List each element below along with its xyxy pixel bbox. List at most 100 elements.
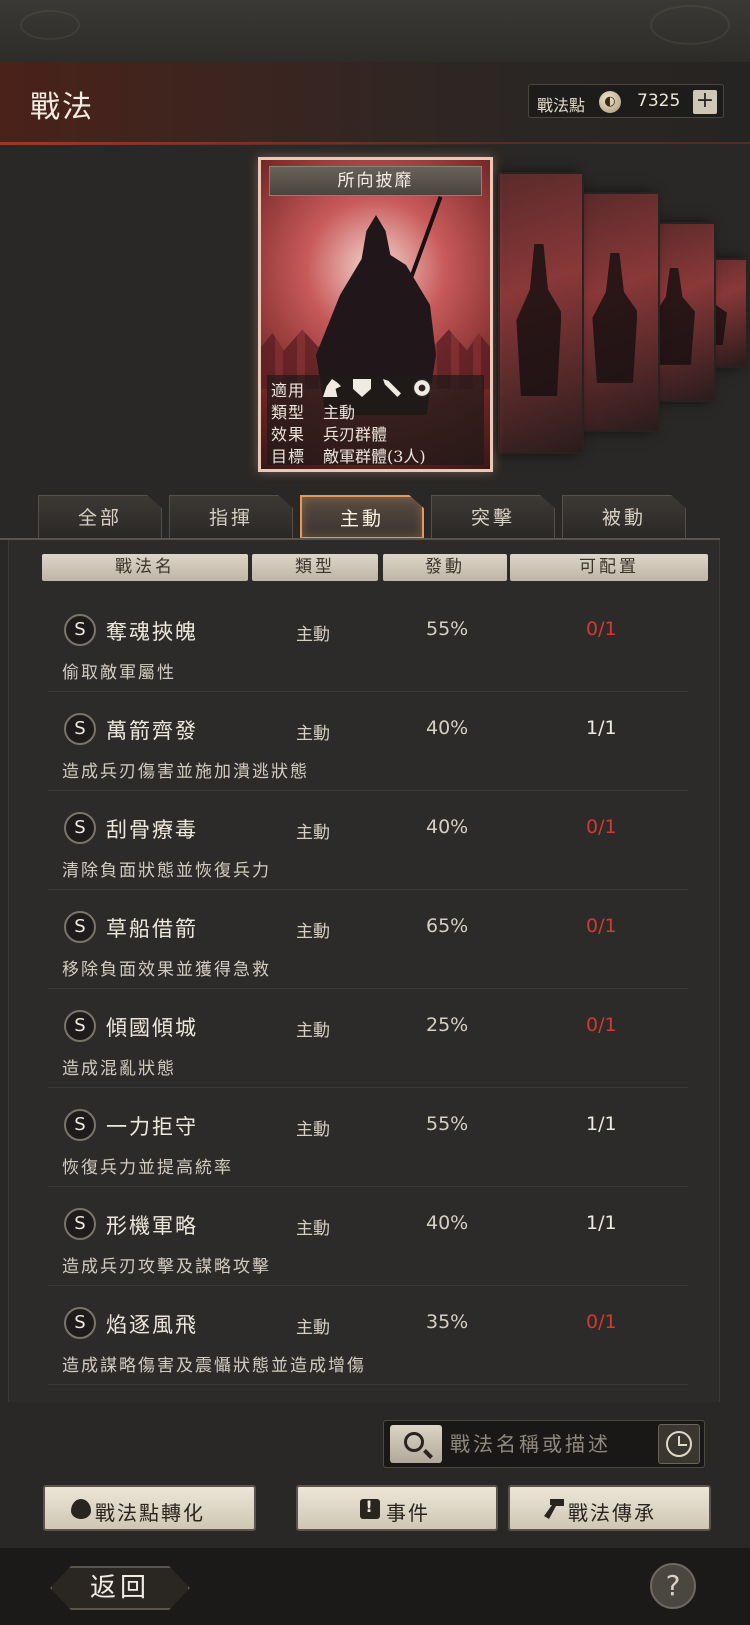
skill-card-carousel[interactable]: 所向披靡 適用 類型 主動 效果 兵刃群體 目標 敵軍群體(3人): [0, 150, 750, 480]
event-button[interactable]: 事件: [296, 1485, 498, 1531]
card-row-key: 效果: [271, 425, 306, 444]
alert-icon: [360, 1497, 380, 1519]
column-header-rate[interactable]: 發動: [383, 554, 507, 581]
skill-row[interactable]: S 刮骨療毒 主動 40% 0/1 清除負面狀態並恢復兵力: [48, 794, 688, 890]
skill-name: 傾國傾城: [106, 1016, 198, 1040]
history-button[interactable]: [658, 1424, 700, 1464]
selected-skill-card[interactable]: 所向披靡 適用 類型 主動 效果 兵刃群體 目標 敵軍群體(3人): [258, 157, 493, 472]
skill-row[interactable]: S 焰逐風飛 主動 35% 0/1 造成謀略傷害及震懾狀態並造成增傷: [48, 1289, 688, 1385]
carousel-card[interactable]: [498, 172, 584, 454]
card-row-key: 目標: [271, 447, 306, 466]
skill-slots: 1/1: [586, 717, 617, 739]
skill-row[interactable]: S 草船借箭 主動 65% 0/1 移除負面效果並獲得急救: [48, 893, 688, 989]
cloud-ornament: [650, 5, 730, 45]
chariot-wheel-icon: [413, 379, 431, 397]
clock-icon: [666, 1431, 692, 1457]
skill-name: 奪魂挾魄: [106, 620, 198, 644]
grade-badge: S: [64, 812, 96, 844]
skill-name: 焰逐風飛: [106, 1313, 198, 1337]
skill-trigger-rate: 65%: [426, 915, 469, 937]
horse-icon: [323, 379, 341, 397]
skill-points-value: 7325: [637, 91, 681, 111]
search-button[interactable]: [390, 1425, 442, 1463]
help-button[interactable]: ?: [650, 1563, 696, 1609]
hammer-icon: [544, 1499, 564, 1519]
grade-badge: S: [64, 1010, 96, 1042]
inherit-skill-label: 戰法傳承: [568, 1501, 656, 1525]
skill-row[interactable]: S 形機軍略 主動 40% 1/1 造成兵刃攻擊及謀略攻擊: [48, 1190, 688, 1286]
top-decoration: [0, 0, 750, 62]
skill-type: 主動: [296, 1021, 330, 1041]
skill-type: 主動: [296, 1318, 330, 1338]
inherit-skill-button[interactable]: 戰法傳承: [508, 1485, 711, 1531]
skill-description: 造成兵刃傷害並施加潰逃狀態: [62, 762, 309, 782]
skill-slots: 0/1: [586, 618, 617, 640]
skill-row[interactable]: S 傾國傾城 主動 25% 0/1 造成混亂狀態: [48, 992, 688, 1088]
skill-type: 主動: [296, 1120, 330, 1140]
card-info-panel: 適用 類型 主動 效果 兵刃群體 目標 敵軍群體(3人): [267, 375, 484, 466]
skill-description: 清除負面狀態並恢復兵力: [62, 861, 271, 881]
card-row-effect: 效果 兵刃群體: [267, 421, 484, 444]
card-title: 所向披靡: [269, 166, 482, 196]
skill-row[interactable]: S 奪魂挾魄 主動 55% 0/1 偷取敵軍屬性: [48, 596, 688, 692]
tab-active[interactable]: 主動: [300, 495, 424, 539]
skill-type: 主動: [296, 823, 330, 843]
bow-icon: [383, 379, 401, 397]
card-row-target: 目標 敵軍群體(3人): [267, 443, 484, 466]
category-tabs: 全部 指揮 主動 突擊 被動: [38, 495, 698, 539]
page-title: 戰法: [30, 90, 94, 125]
skill-name: 形機軍略: [106, 1214, 198, 1238]
skill-trigger-rate: 25%: [426, 1014, 469, 1036]
carousel-card[interactable]: [574, 192, 660, 432]
tab-assault[interactable]: 突擊: [431, 495, 555, 539]
skill-name: 刮骨療毒: [106, 818, 198, 842]
grade-badge: S: [64, 614, 96, 646]
search-bar: [383, 1420, 705, 1468]
grade-badge: S: [64, 1208, 96, 1240]
grade-badge: S: [64, 911, 96, 943]
card-row-type: 類型 主動: [267, 399, 484, 422]
add-points-button[interactable]: +: [693, 90, 717, 114]
skill-row[interactable]: S 一力拒守 主動 55% 1/1 恢復兵力並提高統率: [48, 1091, 688, 1187]
skill-description: 造成謀略傷害及震懾狀態並造成增傷: [62, 1356, 366, 1376]
flame-icon: [71, 1499, 91, 1519]
shield-icon: [353, 379, 371, 397]
column-header-slots[interactable]: 可配置: [510, 554, 708, 581]
skill-trigger-rate: 40%: [426, 717, 469, 739]
skill-trigger-rate: 40%: [426, 1212, 469, 1234]
skill-slots: 0/1: [586, 915, 617, 937]
skill-type: 主動: [296, 724, 330, 744]
grade-badge: S: [64, 1307, 96, 1339]
column-header-name[interactable]: 戰法名: [42, 554, 248, 581]
tab-passive[interactable]: 被動: [562, 495, 686, 539]
card-row-key: 類型: [271, 403, 306, 422]
card-row-applicable: 適用: [267, 377, 484, 400]
skill-description: 偷取敵軍屬性: [62, 663, 176, 683]
skill-row[interactable]: S 萬箭齊發 主動 40% 1/1 造成兵刃傷害並施加潰逃狀態: [48, 695, 688, 791]
footer-bar: 返回 ?: [0, 1548, 750, 1625]
card-row-value: 兵刃群體: [323, 425, 388, 444]
skill-slots: 1/1: [586, 1113, 617, 1135]
search-input[interactable]: [450, 1428, 650, 1460]
skill-name: 草船借箭: [106, 917, 198, 941]
grade-badge: S: [64, 713, 96, 745]
skill-trigger-rate: 55%: [426, 618, 469, 640]
skill-slots: 0/1: [586, 1014, 617, 1036]
tab-all[interactable]: 全部: [38, 495, 162, 539]
convert-points-button[interactable]: 戰法點轉化: [43, 1485, 256, 1531]
event-label: 事件: [386, 1501, 430, 1525]
column-header-type[interactable]: 類型: [252, 554, 378, 581]
skill-points-label: 戰法點: [537, 96, 586, 115]
search-icon: [404, 1432, 424, 1452]
tab-command[interactable]: 指揮: [169, 495, 293, 539]
skill-type: 主動: [296, 625, 330, 645]
applicable-unit-icons: [323, 379, 431, 397]
skill-slots: 0/1: [586, 1311, 617, 1333]
card-row-value: 敵軍群體(3人): [323, 447, 426, 466]
skill-description: 移除負面效果並獲得急救: [62, 960, 271, 980]
skill-name: 一力拒守: [106, 1115, 198, 1139]
back-button[interactable]: 返回: [50, 1566, 190, 1610]
skill-name: 萬箭齊發: [106, 719, 198, 743]
skill-points-display: 戰法點 ◐ 7325 +: [528, 84, 724, 118]
card-row-value: 主動: [323, 403, 356, 422]
